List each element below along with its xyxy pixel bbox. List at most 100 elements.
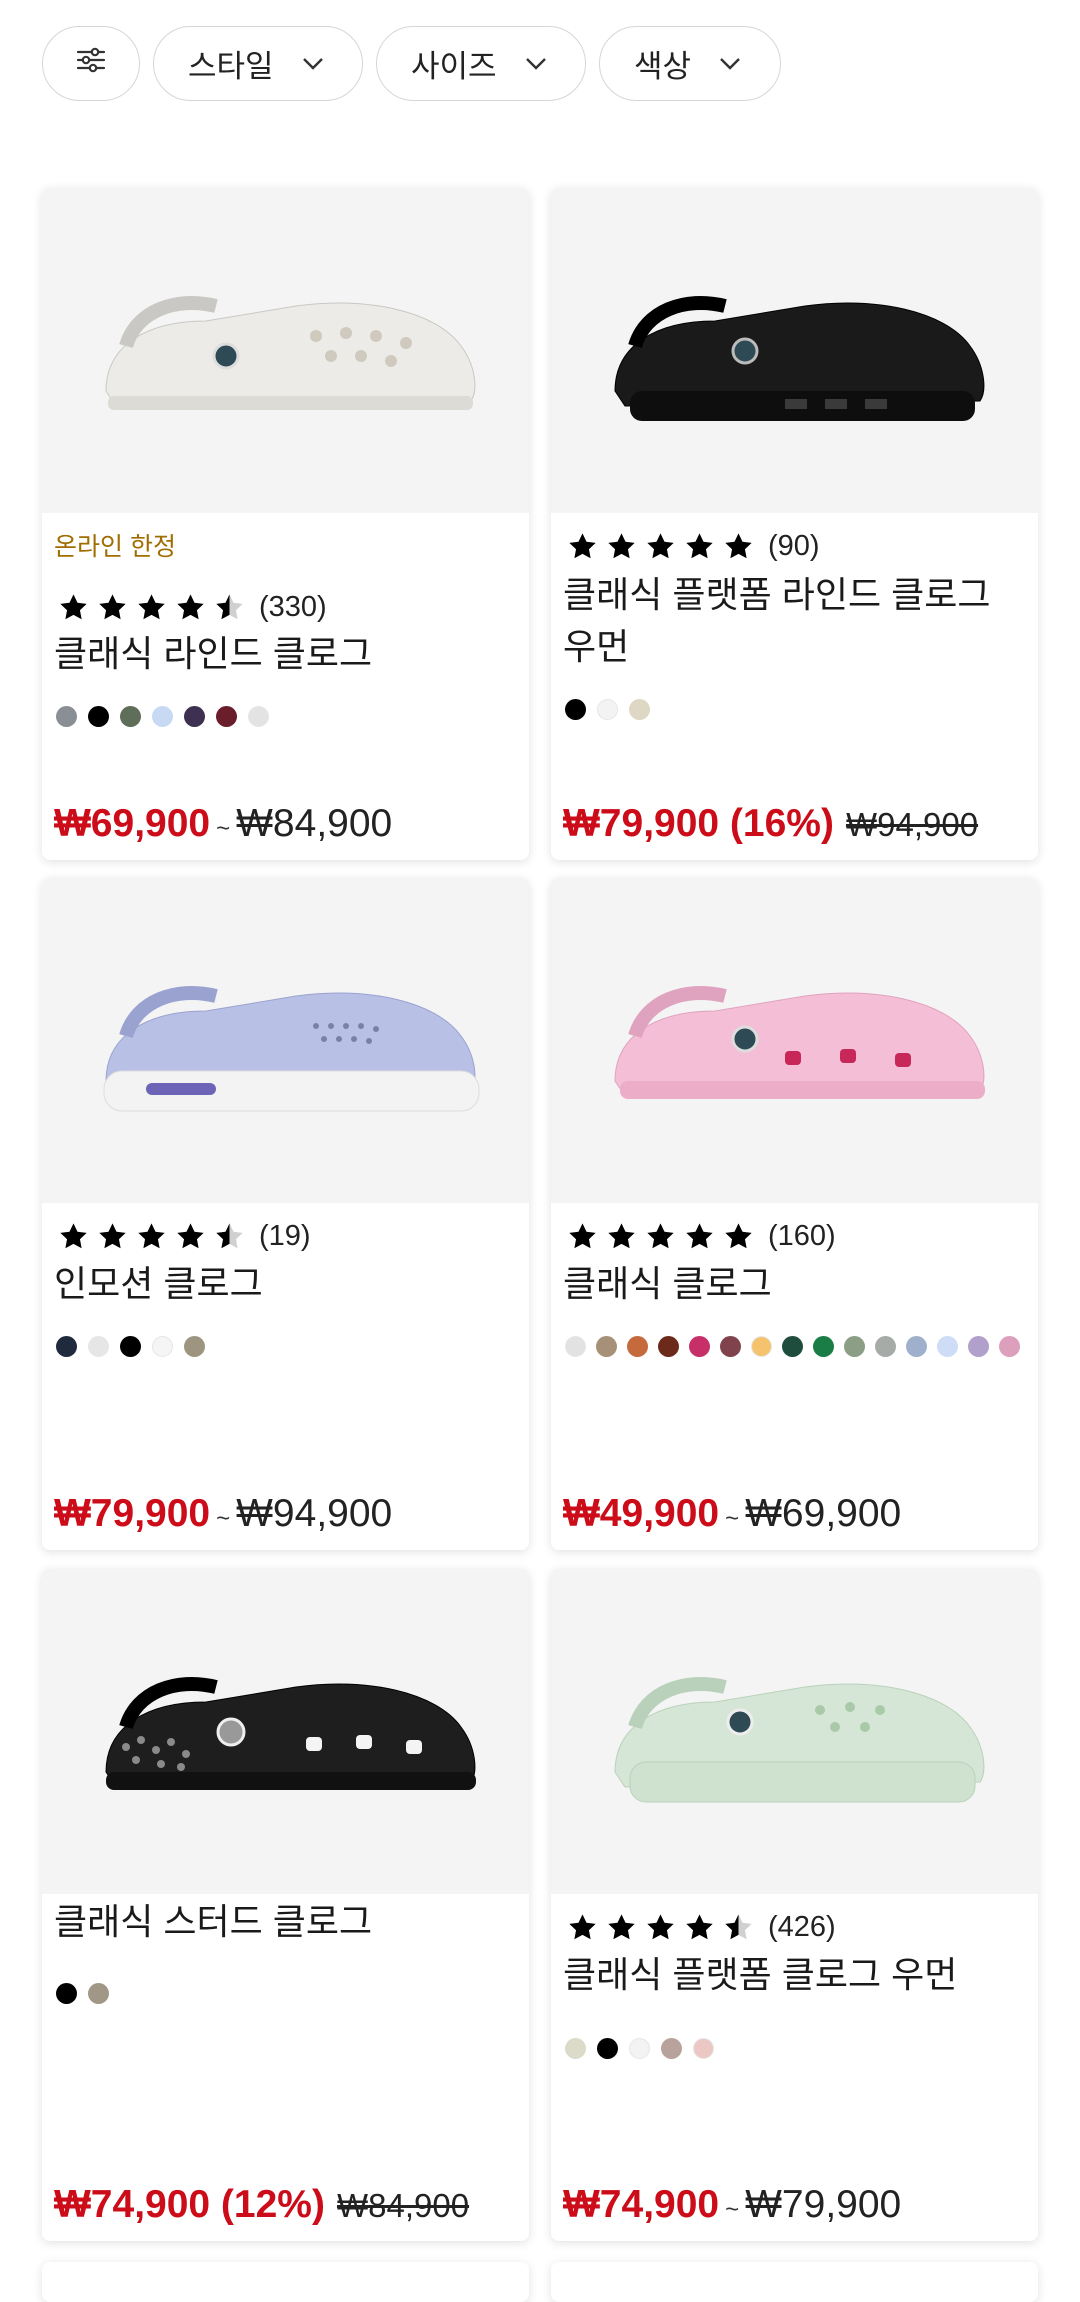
product-info: (90) 클래식 플랫폼 라인드 클로그 우먼 ₩79,900 (16%) ₩9… (563, 513, 1026, 860)
product-name[interactable]: 인모션 클로그 (54, 1258, 517, 1310)
color-swatch[interactable] (184, 706, 205, 727)
product-card[interactable]: (426) 클래식 플랫폼 클로그 우먼 ₩74,900 ~ ₩79,900 (551, 1569, 1038, 2241)
color-filter-dropdown[interactable]: 색상 (599, 26, 781, 101)
color-swatch[interactable] (216, 706, 237, 727)
color-swatch[interactable] (56, 1336, 77, 1357)
product-image[interactable] (551, 1569, 1038, 1894)
product-name[interactable]: 클래식 클로그 (563, 1258, 1026, 1310)
star-full-icon (569, 533, 596, 559)
star-full-icon (647, 1223, 674, 1249)
product-image[interactable] (42, 188, 529, 513)
style-filter-dropdown[interactable]: 스타일 (153, 26, 363, 101)
product-name[interactable]: 클래식 플랫폼 라인드 클로그 우먼 (563, 569, 1026, 673)
color-swatch[interactable] (629, 699, 650, 720)
product-name[interactable]: 클래식 라인드 클로그 (54, 628, 517, 680)
color-swatch[interactable] (248, 706, 269, 727)
product-card[interactable]: (90) 클래식 플랫폼 라인드 클로그 우먼 ₩79,900 (16%) ₩9… (551, 188, 1038, 860)
product-image[interactable] (551, 188, 1038, 513)
product-card[interactable]: (19) 인모션 클로그 ₩79,900 ~ ₩94,900 (42, 878, 529, 1550)
filter-options-button[interactable] (42, 26, 140, 101)
chevron-down-icon (302, 57, 324, 71)
product-rating: (330) (58, 591, 327, 624)
star-full-icon (647, 533, 674, 559)
original-price: ₩84,900 (336, 2187, 470, 2224)
max-price: ₩84,900 (236, 802, 393, 845)
product-name[interactable]: 클래식 스터드 클로그 (54, 1896, 517, 1948)
product-image[interactable] (42, 1569, 529, 1894)
size-filter-dropdown[interactable]: 사이즈 (376, 26, 586, 101)
color-filter-label: 색상 (634, 49, 692, 84)
product-name[interactable]: 클래식 플랫폼 클로그 우먼 (563, 1949, 1026, 2001)
color-swatch[interactable] (565, 2038, 586, 2059)
filter-bar: 스타일 사이즈 색상 (42, 26, 781, 101)
product-card[interactable]: 온라인 한정 (330) 클래식 라인드 클로그 ₩69,900 ~ ₩84,9… (42, 188, 529, 860)
product-rating: (90) (567, 530, 820, 563)
star-full-icon (177, 1223, 204, 1249)
chevron-down-icon (719, 57, 741, 71)
color-swatch[interactable] (88, 1983, 109, 2004)
color-swatch[interactable] (693, 2038, 714, 2059)
rating-stars (567, 1912, 754, 1943)
star-full-icon (608, 533, 635, 559)
color-swatch[interactable] (658, 1336, 679, 1357)
product-image[interactable] (551, 878, 1038, 1203)
sale-price: ₩49,900 (563, 1492, 720, 1535)
review-count: (19) (259, 1220, 311, 1252)
color-swatch[interactable] (597, 699, 618, 720)
color-swatch[interactable] (88, 1336, 109, 1357)
product-info: 온라인 한정 (330) 클래식 라인드 클로그 ₩69,900 ~ ₩84,9… (54, 513, 517, 860)
color-swatch[interactable] (627, 1336, 648, 1357)
color-swatch[interactable] (597, 2038, 618, 2059)
color-swatch[interactable] (844, 1336, 865, 1357)
color-swatch[interactable] (565, 1336, 586, 1357)
product-price: ₩74,900 (12%) ₩84,900 (54, 2183, 469, 2227)
price-range-separator: ~ (725, 2196, 740, 2223)
product-price: ₩69,900 ~ ₩84,900 (54, 802, 392, 846)
color-swatch[interactable] (152, 706, 173, 727)
rating-stars (58, 1221, 245, 1252)
color-swatch[interactable] (184, 1336, 205, 1357)
color-swatch[interactable] (88, 706, 109, 727)
star-full-icon (686, 1914, 713, 1940)
color-swatch[interactable] (120, 1336, 141, 1357)
star-full-icon (99, 594, 126, 620)
rating-stars (567, 531, 754, 562)
product-card[interactable]: 클래식 스터드 클로그 ₩74,900 (12%) ₩84,900 (42, 1569, 529, 2241)
color-swatch[interactable] (152, 1336, 173, 1357)
product-card[interactable]: (160) 클래식 클로그 ₩49,900 ~ ₩69,900 (551, 878, 1038, 1550)
color-swatch[interactable] (906, 1336, 927, 1357)
review-count: (90) (768, 530, 820, 562)
color-swatch[interactable] (689, 1336, 710, 1357)
product-info: (19) 인모션 클로그 ₩79,900 ~ ₩94,900 (54, 1203, 517, 1550)
color-swatch[interactable] (56, 706, 77, 727)
color-swatch[interactable] (937, 1336, 958, 1357)
color-swatch[interactable] (56, 1983, 77, 2004)
color-swatch[interactable] (565, 699, 586, 720)
star-full-icon (569, 1914, 596, 1940)
product-price: ₩49,900 ~ ₩69,900 (563, 1492, 901, 1536)
star-half-icon (216, 594, 243, 620)
color-swatch[interactable] (999, 1336, 1020, 1357)
color-swatch[interactable] (813, 1336, 834, 1357)
star-full-icon (647, 1914, 674, 1940)
product-rating: (19) (58, 1220, 311, 1253)
sliders-icon (75, 44, 107, 84)
color-swatch[interactable] (629, 2038, 650, 2059)
product-info: (426) 클래식 플랫폼 클로그 우먼 ₩74,900 ~ ₩79,900 (563, 1894, 1026, 2241)
product-card-partial[interactable] (551, 2262, 1038, 2302)
product-image[interactable] (42, 878, 529, 1203)
color-swatch[interactable] (782, 1336, 803, 1357)
price-range-separator: ~ (216, 815, 231, 842)
color-swatch[interactable] (720, 1336, 741, 1357)
color-swatch[interactable] (661, 2038, 682, 2059)
color-swatch[interactable] (120, 706, 141, 727)
review-count: (160) (768, 1220, 836, 1252)
color-swatch[interactable] (875, 1336, 896, 1357)
product-card-partial[interactable] (42, 2262, 529, 2302)
color-swatch[interactable] (596, 1336, 617, 1357)
product-rating: (160) (567, 1220, 836, 1253)
star-half-icon (725, 1914, 752, 1940)
color-swatch[interactable] (968, 1336, 989, 1357)
color-swatch[interactable] (751, 1336, 772, 1357)
price-range-separator: ~ (216, 1505, 231, 1532)
